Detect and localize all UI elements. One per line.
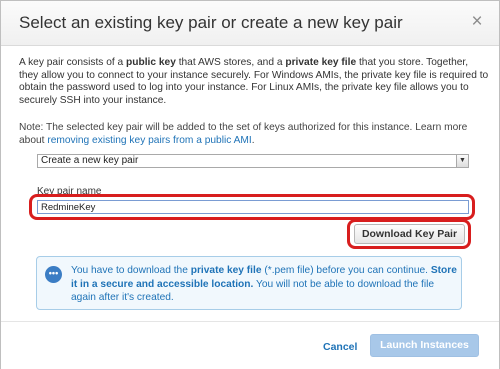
launch-instances-button[interactable]: Launch Instances bbox=[370, 334, 479, 357]
info-text-1: You have to download the bbox=[71, 265, 191, 276]
download-key-pair-button[interactable]: Download Key Pair bbox=[354, 224, 465, 244]
description-bold-public-key: public key bbox=[126, 57, 176, 68]
info-box: ••• You have to download the private key… bbox=[36, 256, 462, 310]
key-pair-name-input[interactable] bbox=[37, 200, 469, 214]
note-paragraph: Note: The selected key pair will be adde… bbox=[19, 122, 489, 147]
dialog-footer: Cancel Launch Instances bbox=[1, 321, 499, 369]
removing-key-pairs-link[interactable]: removing existing key pairs from a publi… bbox=[47, 135, 251, 146]
dialog-title: Select an existing key pair or create a … bbox=[19, 13, 403, 32]
chevron-down-icon[interactable]: ▼ bbox=[456, 155, 468, 167]
info-text: You have to download the private key fil… bbox=[71, 264, 457, 305]
key-pair-select-value: Create a new key pair bbox=[41, 155, 139, 166]
info-text-2: (*.pem file) before you can continue. bbox=[261, 265, 431, 276]
key-pair-select[interactable]: Create a new key pair ▼ bbox=[37, 154, 469, 168]
description-text-2: that AWS stores, and a bbox=[175, 57, 286, 68]
cancel-button[interactable]: Cancel bbox=[323, 341, 357, 353]
key-pair-dialog: Select an existing key pair or create a … bbox=[0, 0, 500, 369]
close-icon[interactable]: × bbox=[465, 10, 489, 34]
key-pair-description: A key pair consists of a public key that… bbox=[19, 57, 489, 107]
description-bold-private-key: private key file bbox=[285, 57, 357, 68]
note-end: . bbox=[251, 134, 255, 146]
dialog-header: Select an existing key pair or create a … bbox=[1, 1, 499, 46]
info-icon: ••• bbox=[45, 266, 62, 283]
info-bold-private-key: private key file bbox=[190, 265, 262, 276]
description-text-1: A key pair consists of a bbox=[19, 57, 127, 68]
